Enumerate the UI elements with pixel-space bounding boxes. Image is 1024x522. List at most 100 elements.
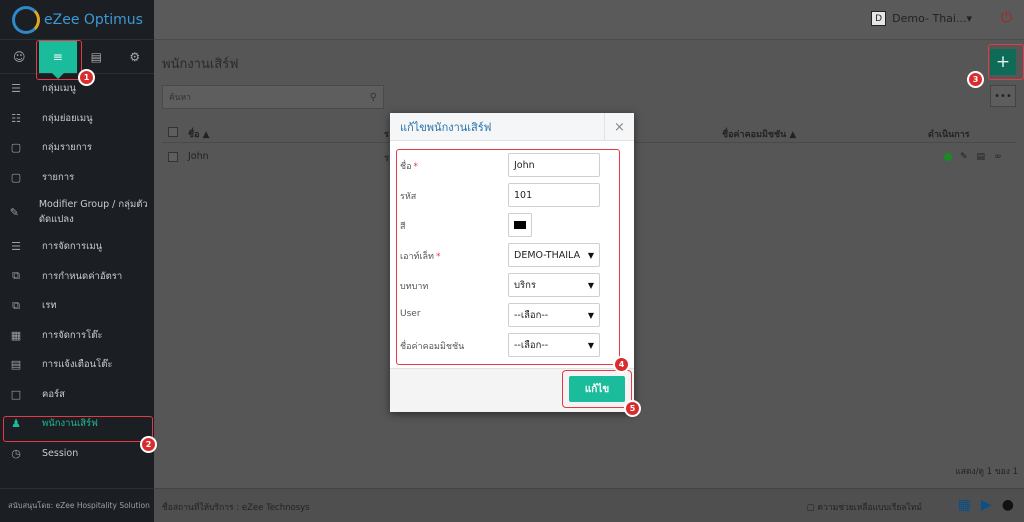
tab-cart[interactable]: ▤ — [77, 40, 116, 73]
row-actions: ✎ ▤ ∞ — [944, 151, 1011, 162]
chat-icon: ▢ — [806, 503, 818, 513]
sidebar-item-label: Session — [42, 447, 79, 459]
role-label: บทบาท — [400, 282, 429, 292]
more-options-button[interactable]: ••• — [990, 85, 1016, 107]
name-input[interactable]: John — [508, 153, 600, 177]
search-input[interactable]: ค้นหา ⚲ — [162, 85, 384, 109]
select-all-checkbox[interactable] — [168, 127, 178, 138]
field-outlet: เอาท์เล็ท * DEMO-THAILA ▼ — [400, 243, 614, 267]
user-value: --เลือก-- — [514, 309, 549, 321]
brand-logo — [12, 5, 40, 34]
checkbox-box — [168, 151, 178, 162]
code-label: รหัส — [400, 192, 417, 202]
sidebar-item-items[interactable]: ▢ รายการ — [0, 163, 154, 193]
sidebar-item-modifier-group[interactable]: ✎ Modifier Group / กลุ่มตัวดัดแปลง — [0, 192, 154, 232]
provider-text: ชื่อสถานที่ให้บริการ : eZee Technosys — [162, 503, 310, 513]
code-input[interactable]: 101 — [508, 183, 600, 207]
menu-icon: ☰ — [11, 240, 21, 254]
sidebar-item-label: การแจ้งเตือนโต๊ะ — [42, 359, 113, 371]
annotation-badge: 5 — [624, 400, 641, 417]
cart-icon: ▤ — [90, 49, 102, 64]
gear-icon: ⚙ — [129, 49, 141, 64]
page-title: พนักงานเสิร์ฟ — [162, 57, 239, 72]
outlet-select[interactable]: DEMO-THAILA ▼ — [508, 243, 600, 267]
sidebar-item-label: การจัดการโต๊ะ — [42, 329, 103, 341]
pagination-info: แสดง/ดู 1 ของ 1 — [955, 467, 1018, 477]
sidebar-item-item-group[interactable]: ▢ กลุ่มรายการ — [0, 133, 154, 163]
sidebar-item-label: รายการ — [42, 171, 75, 183]
tab-settings[interactable]: ⚙ — [116, 40, 155, 73]
sidebar-item-label: Modifier Group / กลุ่มตัวดัดแปลง — [38, 199, 148, 225]
save-button[interactable]: แก้ไข — [569, 376, 625, 402]
play-store-icon[interactable]: ▶ — [981, 497, 992, 513]
search-icon: ⚲ — [369, 91, 377, 103]
apple-icon[interactable]: ● — [1002, 497, 1014, 513]
sidebar-item-label: เรท — [42, 300, 57, 312]
close-icon[interactable]: × — [604, 113, 634, 141]
sidebar-item-table-alert[interactable]: ▤ การแจ้งเตือนโต๊ะ — [0, 350, 154, 380]
highlight-add-button — [988, 44, 1024, 80]
sidebar-footer: สนับสนุนโดย: eZee Hospitality Solution — [0, 488, 154, 522]
windows-icon[interactable]: ▦ — [958, 497, 971, 513]
highlight-waiter-item — [3, 416, 153, 442]
copy-icon: ⧉ — [12, 298, 20, 312]
edit-waiter-dialog: แก้ไขพนักงานเสิร์ฟ × ชื่อ * John รหัส 101… — [390, 113, 634, 412]
name-label: ชื่อ * — [400, 162, 419, 172]
power-icon[interactable]: ⏻ — [1001, 10, 1012, 26]
color-picker[interactable] — [508, 213, 532, 237]
link-icon[interactable]: ∞ — [994, 152, 1002, 162]
property-selector[interactable]: D Demo- Thai...▾ — [871, 11, 972, 26]
bookmark-icon: □ — [10, 387, 22, 401]
row-code: ร — [384, 153, 390, 164]
caret-down-icon: ▼ — [587, 340, 594, 350]
role-value: บริกร — [514, 279, 536, 291]
sidebar-item-menu-management[interactable]: ☰ การจัดการเมนู — [0, 232, 154, 262]
status-dot-icon[interactable] — [944, 152, 952, 161]
copy-icon: ⧉ — [12, 269, 20, 283]
list-icon: ☰ — [11, 82, 21, 96]
message-icon: ▤ — [10, 358, 22, 372]
trash-icon[interactable]: ▤ — [977, 152, 986, 162]
help-label: ความช่วยเหลือแบบเรียลไทม์ — [817, 503, 922, 513]
outlet-label: เอาท์เล็ท * — [400, 252, 441, 262]
help-link[interactable]: ▢ ความช่วยเหลือแบบเรียลไทม์ — [807, 500, 922, 514]
sidebar-item-label: กลุ่มย่อยเมนู — [42, 112, 93, 124]
sidebar-item-rate[interactable]: ⧉ เรท — [0, 291, 154, 321]
column-commission[interactable]: ชื่อค่าคอมมิชชัน ▲ — [722, 127, 796, 141]
sidebar-item-menu-subgroup[interactable]: ☷ กลุ่มย่อยเมนู — [0, 104, 154, 134]
row-checkbox[interactable] — [168, 151, 178, 162]
search-placeholder: ค้นหา — [169, 93, 191, 103]
outlet-value: DEMO-THAILA — [514, 249, 581, 261]
sidebar-item-rate-config[interactable]: ⧉ การกำหนดค่าอัตรา — [0, 262, 154, 292]
commission-select[interactable]: --เลือก-- ▼ — [508, 333, 600, 357]
brand-name: eZee Optimus — [44, 11, 143, 28]
color-swatch — [514, 221, 526, 229]
annotation-badge: 4 — [613, 356, 630, 373]
field-user: User --เลือก-- ▼ — [400, 303, 614, 327]
user-select[interactable]: --เลือก-- ▼ — [508, 303, 600, 327]
topbar: D Demo- Thai...▾ ⏻ — [154, 0, 1024, 40]
dialog-footer: แก้ไข — [390, 368, 634, 412]
sidebar-item-session[interactable]: ◷ Session — [0, 439, 154, 469]
store-icons: ▦ ▶ ● — [958, 497, 1014, 513]
tab-user[interactable]: ☺ — [0, 40, 39, 73]
dialog-header: แก้ไขพนักงานเสิร์ฟ × — [390, 113, 634, 141]
property-name: Demo- Thai...▾ — [892, 12, 972, 25]
save-highlight: แก้ไข — [562, 370, 632, 408]
caret-down-icon: ▼ — [587, 310, 594, 320]
sidebar-item-label: การจัดการเมนู — [42, 241, 103, 253]
sidebar-item-label: การกำหนดค่าอัตรา — [42, 270, 123, 282]
brand: eZee Optimus — [0, 0, 154, 40]
edit-icon[interactable]: ✎ — [960, 152, 968, 162]
column-actions: ดำเนินการ — [928, 130, 970, 140]
column-name[interactable]: ชื่อ ▲ — [188, 127, 210, 141]
commission-value: --เลือก-- — [514, 339, 549, 351]
sidebar-item-course[interactable]: □ คอร์ส — [0, 380, 154, 410]
color-label: สี — [400, 222, 406, 232]
caret-down-icon: ▼ — [587, 280, 594, 290]
commission-label: ชื่อค่าคอมมิชชัน — [400, 342, 465, 352]
sidebar-item-table-management[interactable]: ▦ การจัดการโต๊ะ — [0, 321, 154, 351]
column-code[interactable]: ร — [384, 127, 389, 141]
highlight-menu-tab — [36, 40, 82, 80]
role-select[interactable]: บริกร ▼ — [508, 273, 600, 297]
